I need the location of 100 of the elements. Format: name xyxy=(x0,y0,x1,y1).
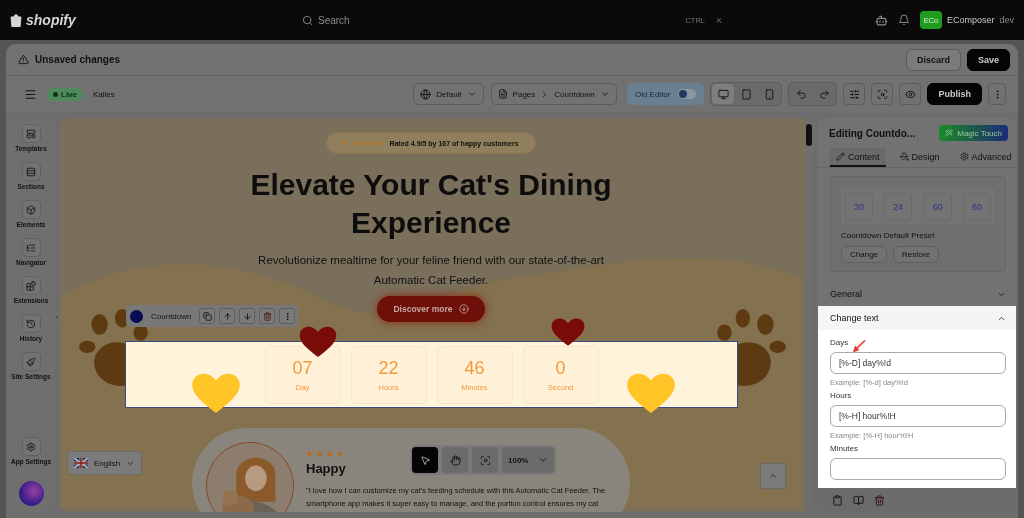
delete-button[interactable] xyxy=(259,308,276,324)
preview-button[interactable] xyxy=(899,83,922,105)
brand-name: shopify xyxy=(26,12,76,28)
store-name: dev xyxy=(999,15,1014,25)
panel-tab[interactable]: Design xyxy=(893,148,946,167)
pencil-icon xyxy=(836,152,845,161)
change-button[interactable]: Change xyxy=(841,246,888,263)
mobile-icon xyxy=(764,88,775,100)
desktop-icon xyxy=(718,88,729,100)
gear-icon xyxy=(959,152,969,161)
menu-icon[interactable] xyxy=(24,87,37,101)
arrow-down-icon xyxy=(458,304,469,314)
bag-icon xyxy=(10,13,22,27)
chevron-down-icon xyxy=(466,89,477,99)
panel-tab[interactable]: Content xyxy=(830,148,886,167)
section-header[interactable]: Change text xyxy=(818,306,1016,330)
bell-icon[interactable] xyxy=(897,14,910,26)
desktop-view-button[interactable] xyxy=(712,84,735,104)
chevron-down-icon xyxy=(599,89,610,99)
magic-touch-button[interactable]: Magic Touch xyxy=(939,125,1008,141)
chevron-left-icon xyxy=(54,314,60,320)
publish-button[interactable]: Publish xyxy=(927,83,982,105)
hero-subtitle: Revolutionize mealtime for your feline friend with our state-of-the-art Automatic Cat Feeder. xyxy=(257,253,605,288)
arrow-up-icon xyxy=(223,311,232,321)
hand-icon xyxy=(449,454,461,466)
focus-icon xyxy=(479,454,491,466)
robot-icon[interactable] xyxy=(874,13,888,27)
language-dropdown[interactable]: English xyxy=(67,451,143,475)
history-icon xyxy=(26,318,36,329)
arrow-down-icon xyxy=(243,311,252,321)
account-name[interactable]: EComposer xyxy=(946,15,995,25)
field-label: Days xyxy=(830,338,849,347)
list-icon xyxy=(26,242,36,253)
reviewer-name: Happy xyxy=(306,461,346,476)
theme-dropdown[interactable]: Default xyxy=(413,83,484,105)
discover-more-button[interactable]: Discover more xyxy=(377,296,485,322)
panel-title: Editing Countdo... xyxy=(829,127,916,139)
panel-tab[interactable]: Advanced xyxy=(953,148,1016,167)
hero-headline: Elevate Your Cat's Dining Experience xyxy=(249,167,613,241)
status-badge: Live xyxy=(47,87,83,101)
fit-tool-button[interactable] xyxy=(472,447,498,473)
tablet-icon xyxy=(741,88,752,100)
trash-icon[interactable] xyxy=(874,494,885,506)
duplicate-button[interactable] xyxy=(199,308,216,324)
more-button[interactable] xyxy=(988,83,1006,105)
star-icon xyxy=(326,450,333,457)
inspect-button[interactable] xyxy=(871,83,894,105)
shopify-logo[interactable]: shopify xyxy=(10,12,302,28)
star-icon xyxy=(370,140,377,146)
pointer-icon xyxy=(419,454,431,466)
text-field[interactable]: [%-D] day%!d xyxy=(830,352,1006,374)
globe-icon xyxy=(420,88,432,100)
page-dropdown[interactable]: Pages Countdown xyxy=(490,83,617,105)
preset-value: 60 xyxy=(923,193,952,221)
element-logo-icon xyxy=(130,309,143,323)
countdown-value: 0 xyxy=(555,357,566,379)
paint-bucket-icon xyxy=(899,152,909,161)
unsaved-changes-text: Unsaved changes xyxy=(35,54,122,65)
countdown-value: 46 xyxy=(464,357,485,379)
star-icon xyxy=(306,450,313,457)
store-label: Kalles xyxy=(93,89,115,99)
zoom-dropdown[interactable]: 100% xyxy=(502,447,555,473)
sliders-button[interactable] xyxy=(843,83,866,105)
assistant-orb[interactable] xyxy=(18,481,44,506)
countdown-value: 22 xyxy=(378,357,399,379)
scrollbar[interactable] xyxy=(806,118,812,512)
star-icon xyxy=(336,450,343,457)
redo-icon xyxy=(819,88,830,100)
pointer-tool-button[interactable] xyxy=(412,447,438,473)
clipboard-icon[interactable] xyxy=(832,494,843,506)
chevron-up-icon xyxy=(768,471,778,481)
old-editor-toggle[interactable]: Old Editor xyxy=(626,83,705,105)
field-value: [%-H] hour%!H xyxy=(839,411,896,421)
discard-button[interactable]: Discard xyxy=(905,48,961,71)
preset-value: 60 xyxy=(963,193,991,221)
cube-icon xyxy=(26,204,36,215)
brush-icon xyxy=(26,356,36,367)
star-icon xyxy=(361,140,368,146)
save-button[interactable]: Save xyxy=(966,48,1010,71)
pointer-arrow xyxy=(852,340,867,353)
move-down-button[interactable] xyxy=(239,308,256,324)
star-icon xyxy=(379,140,386,146)
hand-tool-button[interactable] xyxy=(442,447,468,473)
restore-button[interactable]: Restore xyxy=(893,246,940,263)
text-field[interactable]: [%-H] hour%!H xyxy=(830,405,1006,427)
move-up-button[interactable] xyxy=(219,308,236,324)
book-icon[interactable] xyxy=(853,494,864,506)
element-name: Countdown xyxy=(150,311,193,321)
text-field[interactable] xyxy=(830,458,1006,480)
field-value: [%-D] day%!d xyxy=(839,358,891,368)
more-icon xyxy=(283,311,292,321)
gear-icon xyxy=(26,441,36,452)
scan-search-icon xyxy=(877,88,888,100)
preset-value: 24 xyxy=(884,193,913,221)
field-label: Hours xyxy=(830,391,852,400)
copy-icon xyxy=(203,311,212,321)
more-button[interactable] xyxy=(279,308,296,324)
flag-icon xyxy=(74,458,88,468)
search-icon xyxy=(302,14,313,26)
preset-value: 30 xyxy=(845,193,873,221)
